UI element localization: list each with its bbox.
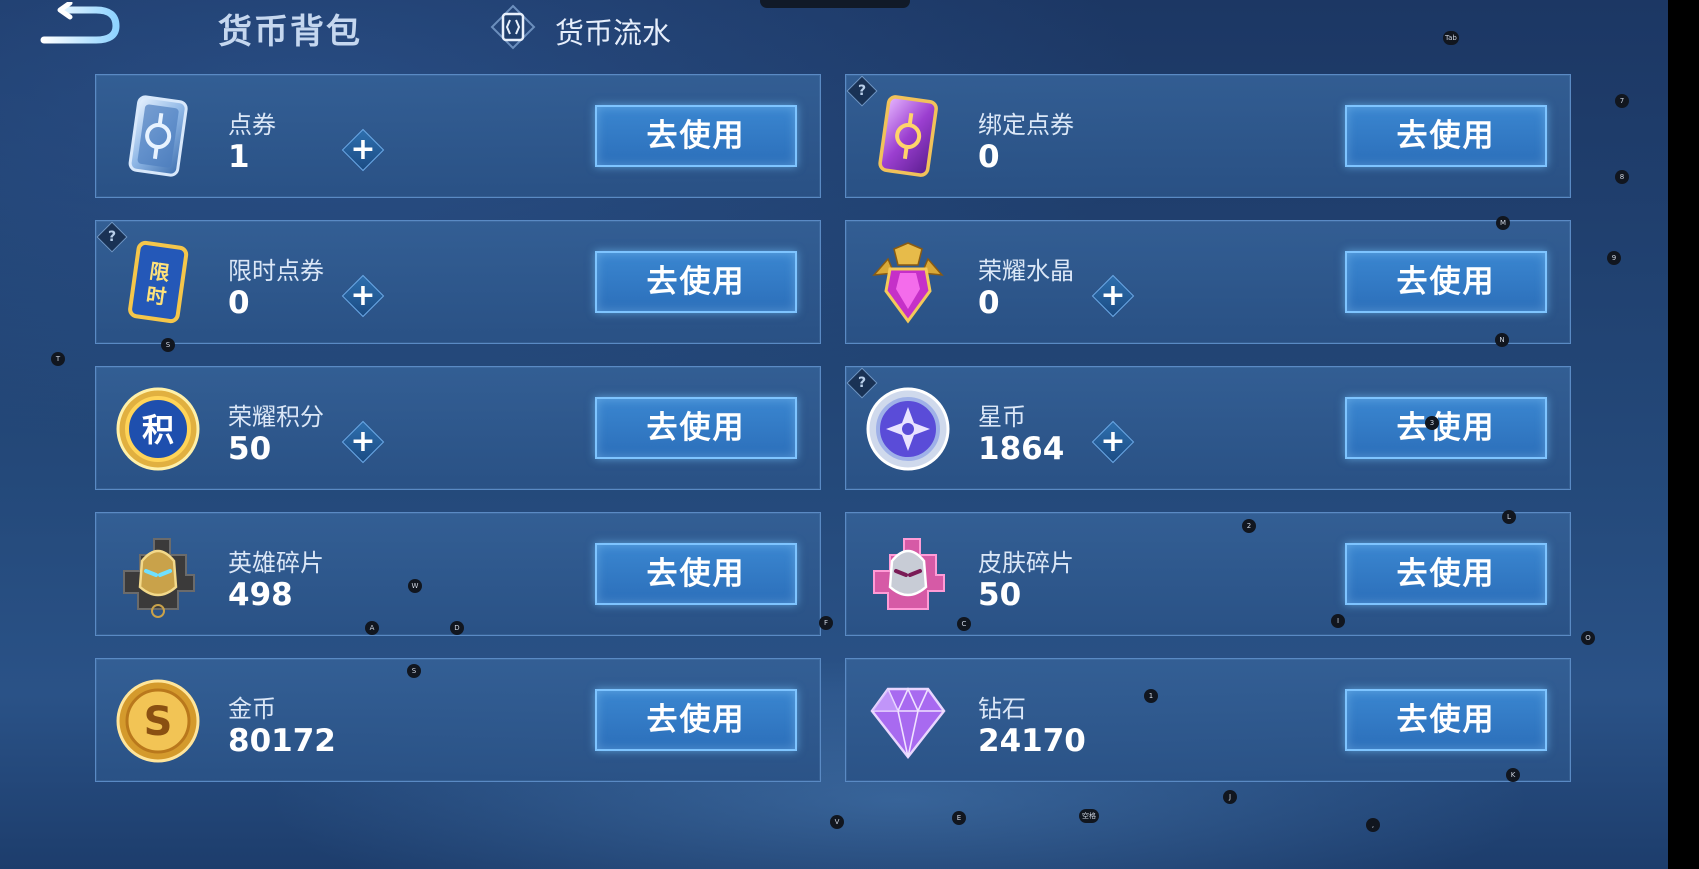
- page-title: 货币背包: [218, 12, 362, 52]
- key-hint-marker: O: [1581, 631, 1595, 645]
- ledger-diamond-icon[interactable]: [490, 4, 536, 50]
- key-hint-marker: W: [408, 579, 422, 593]
- game-background: 货币背包 货币流水 点券 1 + 去使用 ? 绑定点券 0 去使用 ? 限 时 …: [0, 0, 1668, 869]
- currency-value: 0: [228, 285, 250, 321]
- gold-coin-icon: S: [116, 679, 200, 763]
- currency-name: 英雄碎片: [228, 549, 324, 577]
- currency-card-glory-points: 积 荣耀积分 50 + 去使用: [95, 366, 821, 490]
- add-glory-crystal-button[interactable]: +: [1091, 274, 1135, 318]
- bound-voucher-card-icon: [878, 95, 938, 177]
- plus-icon: +: [1100, 424, 1126, 459]
- add-star-coin-button[interactable]: +: [1091, 420, 1135, 464]
- plus-icon: +: [1100, 278, 1126, 313]
- key-hint-marker: Tab: [1443, 31, 1459, 45]
- currency-card-voucher: 点券 1 + 去使用: [95, 74, 821, 198]
- key-hint-marker: 7: [1615, 94, 1629, 108]
- currency-name: 星币: [978, 403, 1026, 431]
- currency-name: 限时点券: [228, 257, 324, 285]
- key-hint-marker: A: [365, 621, 379, 635]
- diamond-icon: [870, 687, 946, 760]
- plus-icon: +: [350, 424, 376, 459]
- currency-name: 荣耀积分: [228, 403, 324, 431]
- plus-icon: +: [350, 278, 376, 313]
- plus-icon: +: [350, 132, 376, 167]
- currency-card-limited-voucher: ? 限 时 限时点券 0 + 去使用: [95, 220, 821, 344]
- currency-card-gold-coin: S 金币 80172 去使用: [95, 658, 821, 782]
- currency-name: 钻石: [978, 695, 1026, 723]
- currency-value: 1864: [978, 431, 1065, 467]
- key-hint-marker: L: [1502, 510, 1516, 524]
- key-hint-marker: S: [161, 338, 175, 352]
- use-limited-voucher-button[interactable]: 去使用: [595, 251, 797, 313]
- window-edge: [1668, 0, 1699, 869]
- add-limited-voucher-button[interactable]: +: [341, 274, 385, 318]
- back-arrow-icon[interactable]: [38, 2, 128, 48]
- glory-crystal-icon: [872, 242, 944, 324]
- currency-value: 1: [228, 139, 250, 175]
- key-hint-marker: V: [830, 815, 844, 829]
- star-coin-icon: [866, 387, 950, 471]
- use-glory-crystal-button[interactable]: 去使用: [1345, 251, 1547, 313]
- key-hint-marker: C: [957, 617, 971, 631]
- top-notch-bar: [760, 0, 910, 8]
- key-hint-marker: D: [450, 621, 464, 635]
- currency-card-bound-voucher: ? 绑定点券 0 去使用: [845, 74, 1571, 198]
- currency-card-diamond: 钻石 24170 去使用: [845, 658, 1571, 782]
- currency-value: 50: [228, 431, 272, 467]
- currency-card-skin-fragment: 皮肤碎片 50 去使用: [845, 512, 1571, 636]
- limited-voucher-card-icon: 限 时: [128, 240, 189, 324]
- svg-text:S: S: [144, 699, 173, 745]
- use-diamond-button[interactable]: 去使用: [1345, 689, 1547, 751]
- currency-name: 皮肤碎片: [978, 549, 1074, 577]
- use-voucher-button[interactable]: 去使用: [595, 105, 797, 167]
- use-bound-voucher-button[interactable]: 去使用: [1345, 105, 1547, 167]
- svg-text:积: 积: [142, 411, 174, 449]
- key-hint-marker: 2: [1242, 519, 1256, 533]
- key-hint-marker: 8: [1615, 170, 1629, 184]
- key-hint-marker: 空格: [1079, 809, 1099, 823]
- key-hint-marker: M: [1496, 216, 1510, 230]
- currency-name: 荣耀水晶: [978, 257, 1074, 285]
- currency-card-glory-crystal: 荣耀水晶 0 + 去使用: [845, 220, 1571, 344]
- currency-name: 金币: [228, 695, 276, 723]
- use-glory-points-button[interactable]: 去使用: [595, 397, 797, 459]
- key-hint-marker: E: [952, 811, 966, 825]
- currency-value: 0: [978, 285, 1000, 321]
- use-gold-coin-button[interactable]: 去使用: [595, 689, 797, 751]
- currency-flow-link[interactable]: 货币流水: [555, 10, 671, 52]
- currency-value: 0: [978, 139, 1000, 175]
- currency-name: 点券: [228, 111, 276, 139]
- hero-fragment-helmet-icon: [123, 538, 195, 618]
- svg-text:限: 限: [148, 259, 171, 286]
- currency-value: 50: [978, 577, 1022, 613]
- key-hint-marker: T: [51, 352, 65, 366]
- currency-card-hero-fragment: 英雄碎片 498 去使用: [95, 512, 821, 636]
- skin-fragment-helmet-icon: [873, 538, 945, 610]
- key-hint-marker: 3: [1425, 416, 1439, 430]
- key-hint-marker: I: [1331, 614, 1345, 628]
- key-hint-marker: F: [819, 616, 833, 630]
- currency-name: 绑定点券: [978, 111, 1074, 139]
- voucher-card-icon: [128, 95, 188, 177]
- key-hint-marker: ,: [1366, 818, 1380, 832]
- key-hint-marker: S: [407, 664, 421, 678]
- add-glory-points-button[interactable]: +: [341, 420, 385, 464]
- key-hint-marker: N: [1495, 333, 1509, 347]
- use-star-coin-button[interactable]: 去使用: [1345, 397, 1547, 459]
- currency-value: 24170: [978, 723, 1086, 759]
- add-voucher-button[interactable]: +: [341, 128, 385, 172]
- key-hint-marker: J: [1223, 790, 1237, 804]
- key-hint-marker: 1: [1144, 689, 1158, 703]
- currency-card-star-coin: ? 星币 1864 + 去使用: [845, 366, 1571, 490]
- currency-value: 498: [228, 577, 293, 613]
- glory-points-coin-icon: 积: [116, 387, 200, 471]
- currency-value: 80172: [228, 723, 336, 759]
- svg-text:时: 时: [145, 283, 168, 310]
- use-skin-fragment-button[interactable]: 去使用: [1345, 543, 1547, 605]
- use-hero-fragment-button[interactable]: 去使用: [595, 543, 797, 605]
- key-hint-marker: K: [1506, 768, 1520, 782]
- key-hint-marker: 9: [1607, 251, 1621, 265]
